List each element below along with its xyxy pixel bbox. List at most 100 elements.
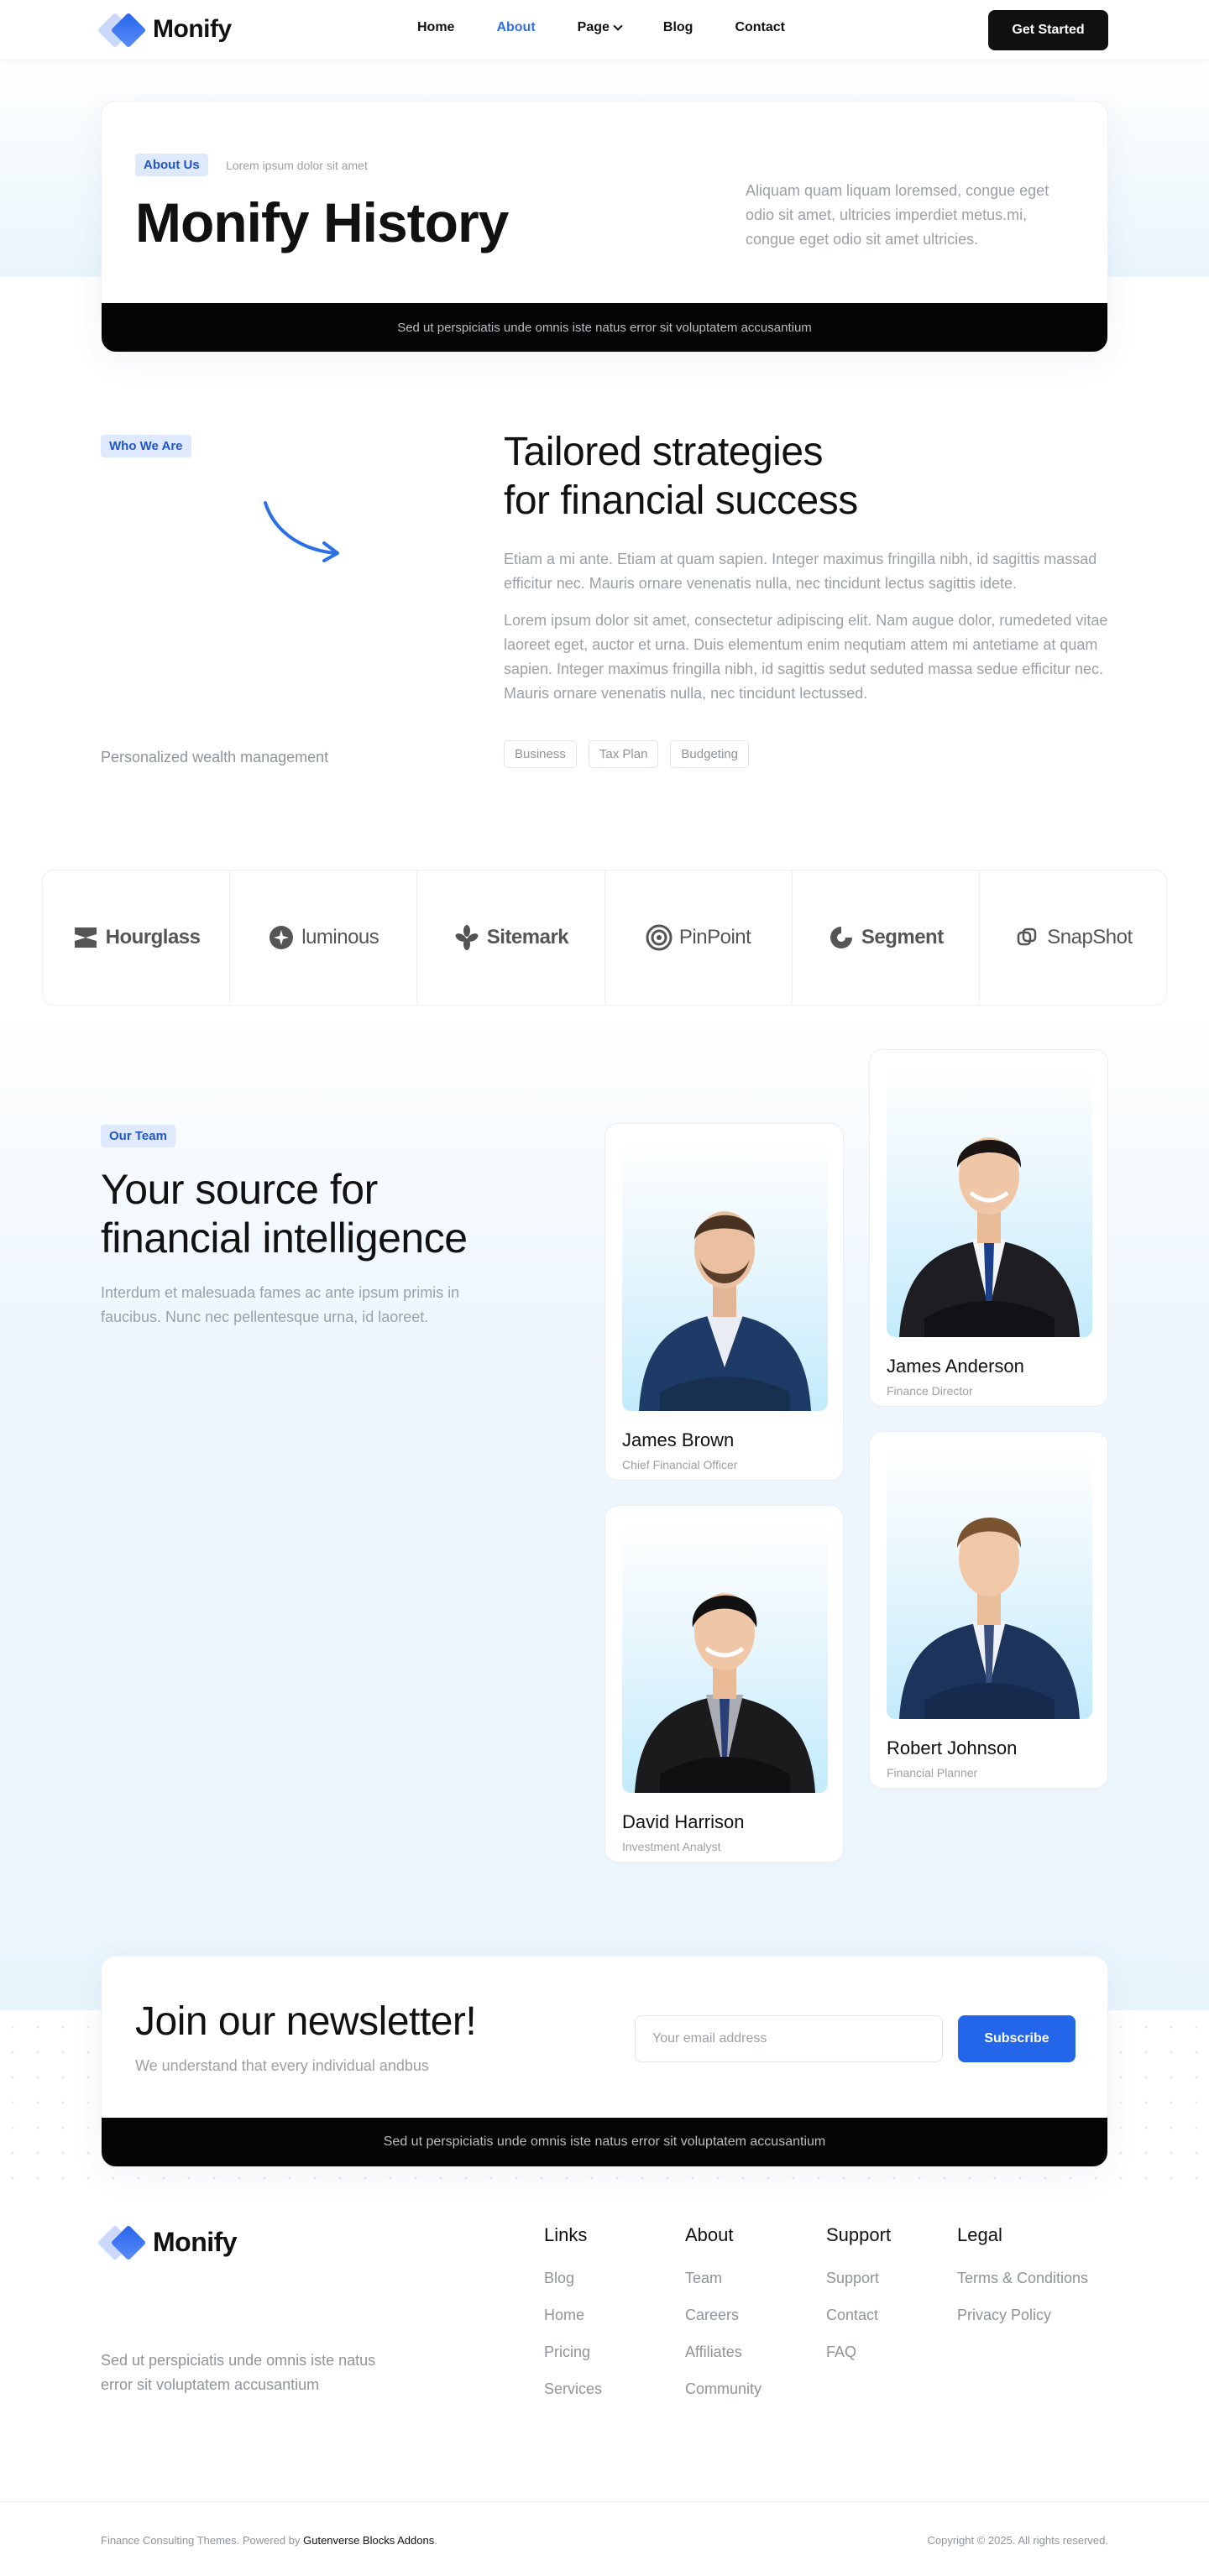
logo-mark-icon bbox=[97, 2222, 149, 2262]
footer-link[interactable]: Team bbox=[685, 2260, 762, 2296]
tag-tax-plan[interactable]: Tax Plan bbox=[588, 740, 659, 768]
chevron-down-icon bbox=[613, 20, 623, 31]
curved-arrow-icon bbox=[264, 501, 339, 562]
team-card[interactable]: Robert Johnson Financial Planner bbox=[869, 1431, 1108, 1789]
brand-logo[interactable]: Monify bbox=[97, 9, 232, 50]
team-title: Your source for financial intelligence bbox=[101, 1165, 468, 1262]
team-member-role: Chief Financial Officer bbox=[622, 1458, 738, 1471]
logo-mark-icon bbox=[97, 9, 149, 50]
about-paragraph-2: Lorem ipsum dolor sit amet, consectetur … bbox=[504, 612, 1108, 702]
footer-bottom-bar: Finance Consulting Themes. Powered by Gu… bbox=[0, 2501, 1209, 2576]
team-title-line1: Your source for bbox=[101, 1166, 378, 1213]
credit-suffix: . bbox=[434, 2534, 437, 2547]
team-member-role: Investment Analyst bbox=[622, 1840, 721, 1853]
about-title-line2: for financial success bbox=[504, 478, 858, 523]
our-team-badge: Our Team bbox=[101, 1125, 175, 1147]
partner-snapshot: SnapShot bbox=[980, 870, 1166, 1005]
about-us-badge: About Us bbox=[135, 154, 208, 176]
footer-link[interactable]: Blog bbox=[544, 2260, 602, 2296]
footer-link[interactable]: Home bbox=[544, 2296, 602, 2333]
footer-column-links: Links Blog Home Pricing Services bbox=[544, 2224, 602, 2407]
snapshot-icon bbox=[1013, 924, 1040, 951]
tag-business[interactable]: Business bbox=[504, 740, 577, 768]
footer-link[interactable]: Community bbox=[685, 2370, 762, 2407]
team-member-name: James Brown bbox=[622, 1429, 735, 1450]
partner-name: PinPoint bbox=[678, 926, 751, 948]
footer-link[interactable]: Terms & Conditions bbox=[957, 2260, 1088, 2296]
team-card[interactable]: David Harrison Investment Analyst bbox=[604, 1505, 844, 1863]
footer-column-title: Support bbox=[826, 2224, 892, 2245]
team-member-photo bbox=[622, 1141, 828, 1411]
team-card[interactable]: James Anderson Finance Director bbox=[869, 1049, 1108, 1407]
site-header: Monify Home About Page Blog Contact Get … bbox=[0, 0, 1209, 60]
who-caption: Personalized wealth management bbox=[101, 749, 329, 765]
get-started-button[interactable]: Get Started bbox=[988, 10, 1108, 50]
gutenverse-link[interactable]: Gutenverse Blocks Addons bbox=[303, 2534, 434, 2547]
email-input[interactable]: Your email address bbox=[635, 2015, 943, 2062]
team-member-photo bbox=[887, 1067, 1092, 1337]
brand-name: Monify bbox=[153, 15, 232, 43]
footer-column-legal: Legal Terms & Conditions Privacy Policy bbox=[957, 2224, 1088, 2333]
team-member-name: David Harrison bbox=[622, 1811, 745, 1832]
tag-budgeting[interactable]: Budgeting bbox=[670, 740, 749, 768]
footer-credit: Finance Consulting Themes. Powered by Gu… bbox=[101, 2534, 437, 2547]
hero-subtitle: Lorem ipsum dolor sit amet bbox=[226, 159, 368, 172]
copyright: Copyright © 2025. All rights reserved. bbox=[927, 2534, 1108, 2547]
footer-column-title: Legal bbox=[957, 2224, 1002, 2245]
nav-contact[interactable]: Contact bbox=[735, 20, 785, 35]
team-title-line2: financial intelligence bbox=[101, 1215, 468, 1262]
team-member-role: Financial Planner bbox=[887, 1766, 978, 1779]
subscribe-button[interactable]: Subscribe bbox=[958, 2015, 1076, 2062]
partner-segment: Segment bbox=[793, 870, 980, 1005]
newsletter-subtitle: We understand that every individual andb… bbox=[135, 2057, 429, 2074]
footer-link[interactable]: Privacy Policy bbox=[957, 2296, 1088, 2333]
footer-column-title: About bbox=[685, 2224, 734, 2245]
newsletter-card: Join our newsletter! We understand that … bbox=[101, 1956, 1108, 2167]
nav-blog[interactable]: Blog bbox=[663, 20, 693, 35]
tag-list: Business Tax Plan Budgeting bbox=[504, 740, 749, 768]
team-member-role: Finance Director bbox=[887, 1384, 973, 1398]
partner-name: Sitemark bbox=[486, 926, 569, 948]
who-we-are-badge: Who We Are bbox=[101, 435, 191, 457]
main-nav: Home About Page Blog Contact bbox=[417, 20, 827, 35]
nav-home[interactable]: Home bbox=[417, 20, 454, 35]
about-title: Tailored strategies for financial succes… bbox=[504, 428, 858, 525]
partner-pinpoint: PinPoint bbox=[605, 870, 793, 1005]
newsletter-title: Join our newsletter! bbox=[135, 1999, 477, 2044]
nav-about[interactable]: About bbox=[496, 20, 535, 35]
footer-column-about: About Team Careers Affiliates Community bbox=[685, 2224, 762, 2407]
footer-link[interactable]: Careers bbox=[685, 2296, 762, 2333]
credit-prefix: Finance Consulting Themes. Powered by bbox=[101, 2534, 304, 2547]
pinpoint-icon bbox=[646, 924, 673, 951]
hero-description: Aliquam quam liquam loremsed, congue ege… bbox=[746, 182, 1049, 248]
about-title-line1: Tailored strategies bbox=[504, 430, 824, 474]
partner-name: luminous bbox=[301, 926, 379, 948]
nav-page[interactable]: Page bbox=[578, 20, 623, 35]
footer-link[interactable]: FAQ bbox=[826, 2333, 891, 2370]
about-paragraph-1: Etiam a mi ante. Etiam at quam sapien. I… bbox=[504, 551, 1097, 592]
partner-name: SnapShot bbox=[1047, 926, 1133, 948]
footer-link[interactable]: Pricing bbox=[544, 2333, 602, 2370]
partner-name: Hourglass bbox=[105, 926, 201, 948]
page-title: Monify History bbox=[135, 191, 509, 253]
footer-link[interactable]: Services bbox=[544, 2370, 602, 2407]
footer-description: Sed ut perspiciatis unde omnis iste natu… bbox=[101, 2352, 376, 2393]
footer-column-title: Links bbox=[544, 2224, 588, 2245]
team-member-photo bbox=[622, 1523, 828, 1793]
footer-brand-logo[interactable]: Monify bbox=[97, 2222, 238, 2262]
hero-strip: Sed ut perspiciatis unde omnis iste natu… bbox=[102, 303, 1107, 352]
partner-logos: Hourglass luminous Sitemark PinPoint Seg… bbox=[42, 870, 1167, 1006]
partner-luminous: luminous bbox=[230, 870, 418, 1005]
team-description: Interdum et malesuada fames ac ante ipsu… bbox=[101, 1284, 460, 1325]
partner-hourglass: Hourglass bbox=[43, 870, 231, 1005]
brand-name: Monify bbox=[153, 2226, 238, 2257]
team-card[interactable]: James Brown Chief Financial Officer bbox=[604, 1123, 844, 1481]
footer-link[interactable]: Contact bbox=[826, 2296, 891, 2333]
hero-card: About Us Lorem ipsum dolor sit amet Moni… bbox=[101, 101, 1108, 353]
team-member-photo bbox=[887, 1449, 1092, 1719]
footer-link[interactable]: Affiliates bbox=[685, 2333, 762, 2370]
partner-name: Segment bbox=[861, 926, 944, 948]
footer-column-support: Support Support Contact FAQ bbox=[826, 2224, 891, 2370]
luminous-icon bbox=[268, 924, 295, 951]
footer-link[interactable]: Support bbox=[826, 2260, 891, 2296]
